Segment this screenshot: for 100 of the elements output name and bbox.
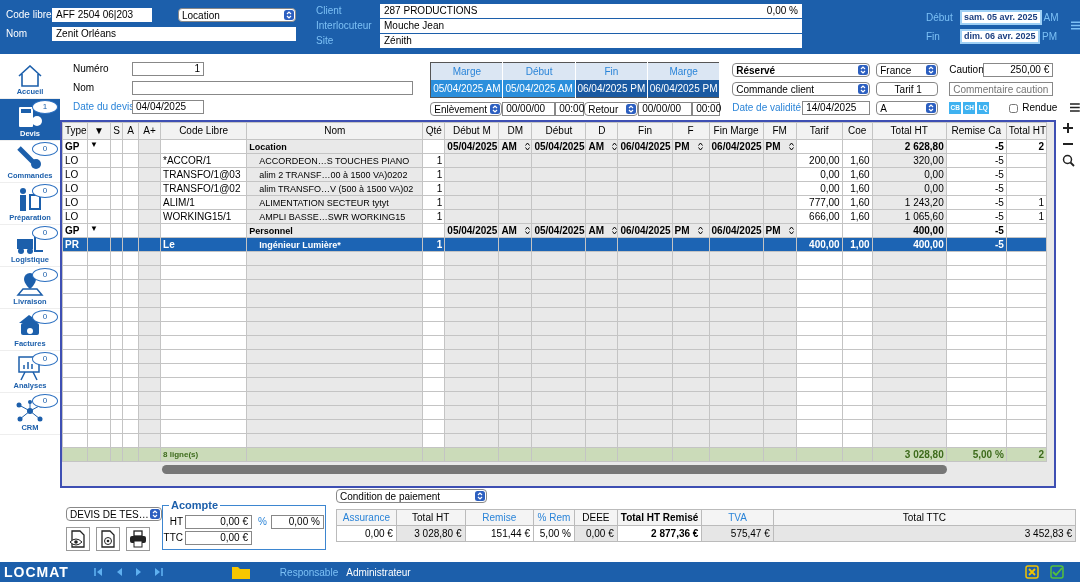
column-header[interactable]: Assurance [336, 509, 397, 526]
percent-label: % [258, 515, 267, 529]
count-badge: 0 [32, 352, 58, 366]
count-badge: 0 [32, 226, 58, 240]
comment-field[interactable]: Commentaire caution [949, 82, 1054, 96]
column-header[interactable]: Nom [246, 122, 423, 140]
column-header[interactable]: FM [763, 122, 797, 140]
table-row[interactable]: GP ▼ Location 05/04/2025 AM 05/04/2025 AM 06/04/2025 PM 06/04/2025 PM 2 628,80 -5 2 [62, 139, 1047, 154]
column-header[interactable]: Début M [444, 122, 499, 140]
count-badge: 0 [32, 142, 58, 156]
time-field[interactable]: 00:00 [555, 102, 585, 116]
column-header[interactable]: DM [498, 122, 532, 140]
date-field[interactable]: 14/04/2025 [802, 101, 871, 115]
client-field[interactable]: 287 PRODUCTIONS [380, 4, 760, 18]
date-field[interactable]: sam. 05 avr. 2025 [960, 10, 1042, 25]
percent-field[interactable]: 0,00 % [760, 4, 802, 18]
column-header: Début [502, 62, 576, 80]
field-label: Date de validité [732, 101, 803, 115]
column-header: Total TTC [773, 509, 1076, 526]
table-row[interactable]: LO WORKING15/1 AMPLI BASSE…SWR WORKING15 1 666,00 1,60 1 065,60 -5 1 [62, 209, 1047, 224]
period-text: PM [765, 140, 781, 152]
field-label: TTC [163, 531, 184, 545]
field-label: Caution [949, 63, 984, 77]
country-dropdown[interactable]: France [876, 63, 939, 77]
expand-toggle[interactable]: ▼ [90, 140, 98, 149]
table-row[interactable]: LO TRANSFO/1@03 alim 2 TRANSF…00 à 1500 VA)0202 1 0,00 1,60 0,00 -5 [62, 167, 1047, 182]
date-field[interactable]: 04/04/2025 [132, 100, 204, 114]
period-text: PM [765, 224, 781, 236]
code-field[interactable]: AFF 2504 06|203 [52, 8, 152, 22]
user-name: Administrateur [346, 565, 411, 580]
column-header[interactable]: Coe [842, 122, 873, 140]
column-header[interactable]: TVA [701, 509, 774, 526]
time-field[interactable]: 00:00 [692, 102, 721, 116]
column-header[interactable]: A+ [138, 122, 161, 140]
count-badge: 0 [32, 184, 58, 198]
field-label: Numéro [73, 62, 110, 76]
site-field[interactable]: Zénith [380, 34, 802, 48]
column-header[interactable]: Qté [422, 122, 445, 140]
column-header[interactable]: Total HT [872, 122, 947, 140]
column-header[interactable]: Fin [618, 122, 673, 140]
column-header[interactable]: Type [62, 122, 88, 140]
payment-condition-dropdown[interactable]: Condition de paiement [336, 489, 487, 503]
field-label: Début [926, 10, 954, 25]
amount-field[interactable]: 0,00 € [185, 531, 252, 545]
period-text: AM [501, 224, 517, 236]
date-cell[interactable]: 06/04/2025 PM [575, 80, 648, 98]
field-label: Interlocuteur [316, 19, 373, 33]
column-header[interactable]: Début [531, 122, 586, 140]
column-header[interactable]: Fin Marge [709, 122, 764, 140]
column-header[interactable]: D [585, 122, 618, 140]
number-field[interactable]: 1 [132, 62, 204, 76]
table-row[interactable]: LO *ACCOR/1 ACCORDEON…S TOUCHES PIANO 1 200,00 1,60 320,00 -5 [62, 153, 1047, 168]
tariff-button[interactable]: Tarif 1 [876, 82, 939, 96]
count-badge: 0 [32, 268, 58, 282]
count-badge: 0 [32, 310, 58, 324]
column-header: Marge [647, 62, 720, 80]
date-cell[interactable]: 06/04/2025 PM [647, 80, 720, 98]
column-header: Fin [575, 62, 648, 80]
order-type-dropdown[interactable]: Commande client [732, 82, 871, 96]
column-header[interactable]: Tarif [796, 122, 843, 140]
count-badge: 1 [32, 100, 58, 114]
field-label: Nom [6, 27, 29, 41]
period-label: PM [1042, 29, 1057, 44]
period-text: PM [674, 140, 690, 152]
date-field[interactable]: 00/00/00 [638, 102, 693, 116]
period-text: AM [588, 224, 604, 236]
field-label: HT [168, 515, 184, 529]
field-label: Fin [926, 29, 941, 44]
column-header[interactable]: F [672, 122, 710, 140]
contact-field[interactable]: Mouche Jean [380, 19, 802, 33]
column-header: Total HT [396, 509, 465, 526]
column-header[interactable]: Code Libre [160, 122, 247, 140]
table-row[interactable]: PR Le Ingénieur Lumière* 1 400,00 1,00 400,00 -5 [62, 237, 1047, 252]
document-dropdown[interactable]: DEVIS DE TES… [66, 507, 162, 521]
pickup-dropdown[interactable]: Enlèvement [430, 102, 503, 116]
date-field[interactable]: 00/00/00 [502, 102, 556, 116]
date-field[interactable]: dim. 06 avr. 2025 [960, 29, 1040, 44]
percent-field[interactable]: 0,00 % [270, 515, 324, 529]
column-header[interactable]: % Rem [533, 509, 575, 526]
column-header: Total HT Remisé [617, 509, 702, 526]
status-dropdown[interactable]: Réservé [732, 63, 871, 77]
name-field[interactable]: Zenit Orléans [52, 27, 296, 41]
deposit-field[interactable]: 250,00 € [983, 63, 1054, 77]
column-header: DEEE [574, 509, 618, 526]
expand-toggle[interactable]: ▼ [90, 224, 98, 233]
table-row[interactable]: LO TRANSFO/1@02 alim TRANSFO…V (500 à 1500 VA)02 1 0,00 1,60 0,00 -5 [62, 181, 1047, 196]
column-header[interactable]: Total HT [1006, 122, 1047, 140]
period-text: AM [588, 140, 604, 152]
grade-dropdown[interactable]: A [876, 101, 939, 115]
table-row[interactable]: LO ALIM/1 ALIMENTATION SECTEUR tytyt 1 777,00 1,60 1 243,20 -5 1 [62, 195, 1047, 210]
amount-field[interactable]: 0,00 € [185, 515, 252, 529]
type-dropdown[interactable]: Location [178, 8, 296, 22]
field-label: Responsable [279, 565, 339, 580]
column-header[interactable]: Remise [465, 509, 534, 526]
return-dropdown[interactable]: Retour [584, 102, 639, 116]
table-row[interactable]: GP ▼ Personnel 05/04/2025 AM 05/04/2025 AM 06/04/2025 PM 06/04/2025 PM 400,00 -5 [62, 223, 1047, 238]
column-header[interactable]: Remise Ca [946, 122, 1007, 140]
column-header[interactable]: ▼ [87, 122, 111, 140]
field-label: Site [316, 34, 335, 48]
field-label: Code libre [6, 8, 52, 22]
